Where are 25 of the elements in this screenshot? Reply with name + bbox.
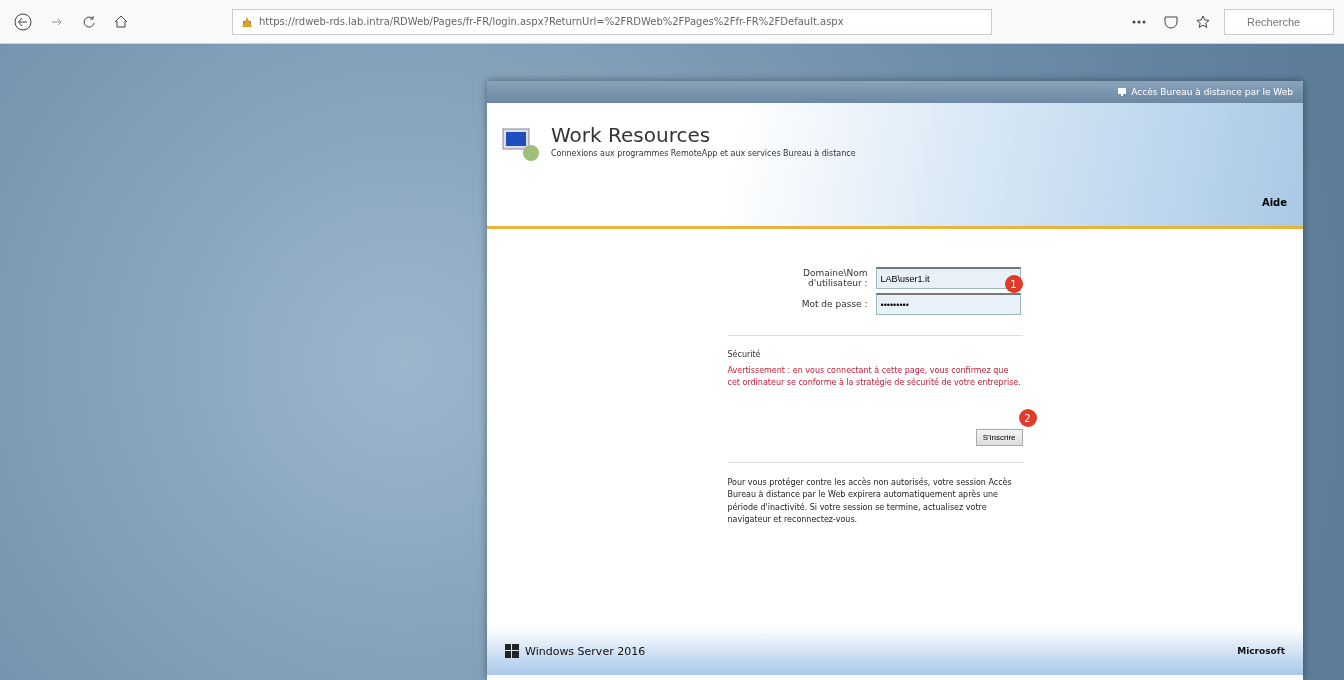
home-icon[interactable] bbox=[114, 14, 128, 29]
portal-title: Work Resources bbox=[551, 123, 712, 147]
reload-icon[interactable] bbox=[82, 14, 96, 29]
search-field[interactable]: Recherche bbox=[1224, 8, 1334, 35]
step-badge: 2 bbox=[1018, 409, 1037, 427]
field-label: Mot de passe : bbox=[800, 299, 868, 309]
product-name: Windows Server 2016 bbox=[525, 644, 646, 658]
security-warning: Avertissement : en vous connectant à cette page, vous confirmez que cet ordinateur se conforme à la stratégie de sécurité de votre entreprise. bbox=[727, 365, 1022, 389]
timeout-notice: Pour vous protéger contre les accès non autorisés, votre session Accès Bureau à distance par le Web expirera automatiquement après une période d'inactivité. Si votre session se termine, actualisez votre navigateur et reconnectez-vous. bbox=[727, 477, 1013, 527]
address-bar[interactable]: https://rdweb-rds.lab.intra/RDWeb/Pages/fr-FR/login.aspx?ReturnUrl=%2FRDWeb%2FPages%2Ffr-FR%2FDefault.aspx bbox=[232, 8, 992, 35]
url-text: https://rdweb-rds.lab.intra/RDWeb/Pages/fr-FR/login.aspx?ReturnUrl=%2FRDWeb%2FPages%2Ffr-FR%2FDefault.aspx bbox=[259, 16, 844, 27]
more-icon[interactable] bbox=[1132, 19, 1146, 24]
shield-icon[interactable] bbox=[1164, 14, 1178, 29]
field-label: Domaine\Nom d'utilisateur : bbox=[802, 268, 868, 288]
security-heading: Sécurité bbox=[727, 350, 762, 359]
lock-warning-icon bbox=[241, 15, 253, 28]
monitor-icon bbox=[1117, 87, 1128, 97]
help-link[interactable]: Aide bbox=[1261, 197, 1287, 208]
portal-subtitle: Connexions aux programmes RemoteApp et aux services Bureau à distance bbox=[551, 149, 856, 158]
star-icon[interactable] bbox=[1196, 14, 1210, 29]
password-field[interactable]: ••••••••• bbox=[875, 293, 1021, 315]
sign-in-button[interactable]: S'inscrire bbox=[975, 429, 1023, 446]
brand-name: Microsoft bbox=[1237, 646, 1285, 656]
windows-logo bbox=[505, 644, 519, 658]
back-icon[interactable] bbox=[14, 12, 32, 31]
